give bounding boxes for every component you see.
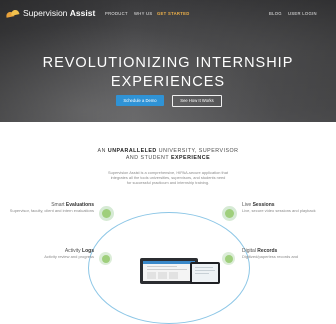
main-nav: PRODUCT WHY US GET STARTED BLOG USER LOG… xyxy=(0,11,336,19)
see-how-it-works-button[interactable]: See How It Works xyxy=(172,95,222,107)
nav-item-product[interactable]: PRODUCT xyxy=(105,11,128,16)
feature-evaluations: Smart Evaluations Supervisor, faculty, c… xyxy=(9,202,94,214)
nav-item-why-us[interactable]: WHY US xyxy=(134,11,152,16)
hero-title-line-1: REVOLUTIONIZING INTERNSHIP xyxy=(42,55,294,71)
sessions-icon xyxy=(222,206,237,221)
schedule-demo-button[interactable]: Schedule a Demo xyxy=(116,95,164,106)
nav-item-get-started[interactable]: GET STARTED xyxy=(157,11,190,16)
nav-item-user-login[interactable]: USER LOGIN xyxy=(288,11,317,16)
hero-section: Supervision Assist PRODUCT WHY US GET ST… xyxy=(0,0,336,122)
nav-item-blog[interactable]: BLOG xyxy=(269,11,282,16)
evaluations-icon xyxy=(99,206,114,221)
tablet-mockup-image xyxy=(190,262,220,284)
intro-description: Supervision Assist is a comprehensive, H… xyxy=(108,170,228,186)
feature-evaluations-desc: Supervisor, faculty, client and intern e… xyxy=(9,208,94,213)
records-icon xyxy=(222,252,235,265)
logs-icon xyxy=(99,252,112,265)
feature-sessions: Live Sessions Live, secure video session… xyxy=(242,203,332,214)
feature-logs: Activity Logs Activity review and progre… xyxy=(8,249,94,260)
feature-records: Digital Records Digitized/paperless reco… xyxy=(242,249,332,260)
hero-title: REVOLUTIONIZING INTERNSHIP EXPERIENCES xyxy=(0,54,336,92)
tagline: AN UNPARALLELED UNIVERSITY, SUPERVISOR A… xyxy=(97,148,239,161)
hero-title-line-2: EXPERIENCES xyxy=(110,74,226,90)
feature-logs-desc: Activity review and progress xyxy=(44,254,94,259)
feature-sessions-desc: Live, secure video sessions and playback xyxy=(242,208,316,213)
feature-records-desc: Digitized/paperless records and xyxy=(242,254,299,259)
